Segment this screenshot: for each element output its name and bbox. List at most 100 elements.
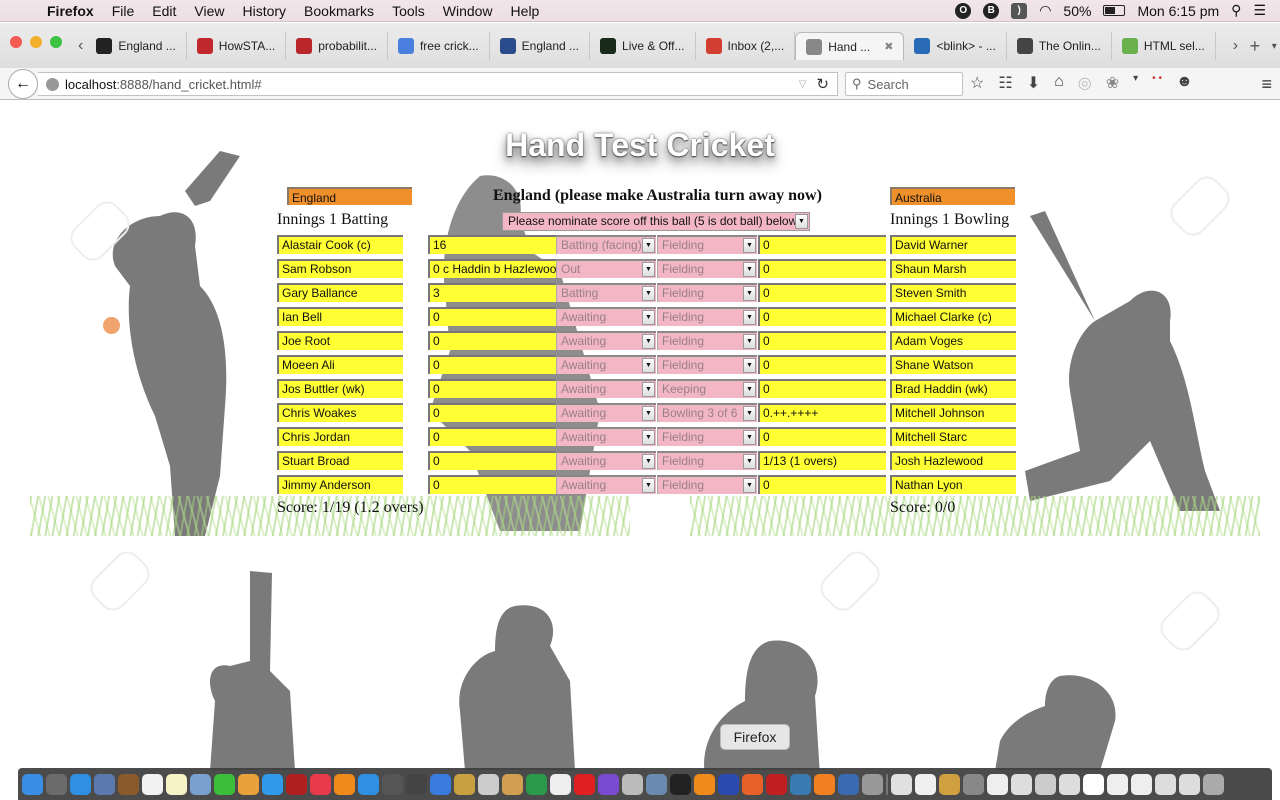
- fielder-name-field[interactable]: Adam Voges: [890, 331, 1016, 350]
- dock-app-icon[interactable]: [118, 773, 139, 795]
- chevron-down-icon[interactable]: ▼: [642, 430, 655, 445]
- fielder-name-field[interactable]: Nathan Lyon: [890, 475, 1016, 494]
- close-tab-icon[interactable]: ✖: [884, 40, 893, 53]
- batter-name-field[interactable]: Jos Buttler (wk): [277, 379, 403, 398]
- chevron-down-icon[interactable]: ▼: [642, 262, 655, 277]
- batting-status-select[interactable]: Awaiting ▼: [556, 427, 656, 446]
- batter-name-field[interactable]: Chris Jordan: [277, 427, 403, 446]
- dock-app-icon[interactable]: [526, 773, 547, 795]
- fielding-status-select[interactable]: Fielding ▼: [657, 307, 757, 326]
- addon-icon[interactable]: ❀: [1106, 73, 1119, 93]
- batting-status-select[interactable]: Batting (facing) ▼: [556, 235, 656, 254]
- chevron-down-icon[interactable]: ▼: [743, 478, 756, 493]
- fielder-name-field[interactable]: Michael Clarke (c): [890, 307, 1016, 326]
- battery-icon[interactable]: [1103, 5, 1126, 16]
- dock-app-icon[interactable]: [46, 773, 67, 795]
- chevron-down-icon[interactable]: ▼: [743, 310, 756, 325]
- menu-edit[interactable]: Edit: [143, 3, 185, 19]
- fielder-name-field[interactable]: Mitchell Starc: [890, 427, 1016, 446]
- chat-icon[interactable]: ☻: [1176, 73, 1193, 93]
- fielder-name-field[interactable]: Steven Smith: [890, 283, 1016, 302]
- chevron-down-icon[interactable]: ▼: [743, 454, 756, 469]
- b-status-icon[interactable]: B: [983, 2, 1000, 19]
- batter-runs-field[interactable]: 0: [428, 331, 556, 350]
- fielding-status-select[interactable]: Fielding ▼: [657, 259, 757, 278]
- chevron-down-icon[interactable]: ▼: [642, 478, 655, 493]
- fielder-name-field[interactable]: Josh Hazlewood: [890, 451, 1016, 470]
- dock-app-icon[interactable]: [238, 773, 259, 795]
- batting-status-select[interactable]: Out ▼: [556, 259, 656, 278]
- chevron-down-icon[interactable]: ▼: [743, 358, 756, 373]
- dock-app-icon[interactable]: [1083, 773, 1104, 795]
- batter-runs-field[interactable]: 0: [428, 379, 556, 398]
- batter-name-field[interactable]: Joe Root: [277, 331, 403, 350]
- audio-status-icon[interactable]: ): [1011, 2, 1028, 19]
- list-all-tabs-icon[interactable]: ▾: [1269, 41, 1280, 52]
- bowling-figures-field[interactable]: 0: [758, 379, 886, 398]
- site-identity-icon[interactable]: [46, 77, 59, 91]
- dock-app-icon[interactable]: [790, 773, 811, 795]
- bowling-figures-field[interactable]: 1/13 (1 overs): [758, 451, 886, 470]
- zoom-window-button[interactable]: [50, 36, 62, 48]
- dock-app-icon[interactable]: [502, 773, 523, 795]
- dock-app-icon[interactable]: [94, 773, 115, 795]
- fielder-name-field[interactable]: Mitchell Johnson: [890, 403, 1016, 422]
- menu-file[interactable]: File: [103, 3, 144, 19]
- dock-app-icon[interactable]: [1011, 773, 1032, 795]
- bowling-figures-field[interactable]: 0: [758, 307, 886, 326]
- home-icon[interactable]: ⌂: [1054, 73, 1064, 93]
- bowling-figures-field[interactable]: 0: [758, 235, 886, 254]
- dock-app-icon[interactable]: [1059, 773, 1080, 795]
- dock-app-icon[interactable]: [886, 773, 888, 795]
- batter-name-field[interactable]: Chris Woakes: [277, 403, 403, 422]
- batting-status-select[interactable]: Awaiting ▼: [556, 307, 656, 326]
- back-button[interactable]: ←: [8, 69, 38, 99]
- batter-name-field[interactable]: Moeen Ali: [277, 355, 403, 374]
- dock-app-icon[interactable]: [214, 773, 235, 795]
- dock-app-icon[interactable]: [838, 773, 859, 795]
- chevron-down-icon[interactable]: ▼: [642, 454, 655, 469]
- dock-app-icon[interactable]: [166, 773, 187, 795]
- fielding-status-select[interactable]: Fielding ▼: [657, 355, 757, 374]
- chevron-down-icon[interactable]: ▼: [743, 286, 756, 301]
- browser-tab[interactable]: England ...: [86, 32, 187, 60]
- dock-app-icon[interactable]: [310, 773, 331, 795]
- dock-app-icon[interactable]: [550, 773, 571, 795]
- browser-tab[interactable]: HowSTA...: [187, 32, 287, 60]
- dock-app-icon[interactable]: [963, 773, 984, 795]
- dock-app-icon[interactable]: [22, 773, 43, 795]
- dock-app-icon[interactable]: [262, 773, 283, 795]
- dock-app-icon[interactable]: [1035, 773, 1056, 795]
- browser-tab[interactable]: England ...: [490, 32, 591, 60]
- wifi-icon[interactable]: ◠: [1039, 2, 1051, 19]
- chevron-down-icon[interactable]: ▼: [743, 430, 756, 445]
- batting-status-select[interactable]: Awaiting ▼: [556, 451, 656, 470]
- fielder-name-field[interactable]: David Warner: [890, 235, 1016, 254]
- dock-app-icon[interactable]: [382, 773, 403, 795]
- dock-app-icon[interactable]: [406, 773, 427, 795]
- browser-tab[interactable]: Live & Off...: [590, 32, 696, 60]
- menu-app-name[interactable]: Firefox: [38, 3, 103, 19]
- dock-app-icon[interactable]: [742, 773, 763, 795]
- minimize-window-button[interactable]: [30, 36, 42, 48]
- downloads-icon[interactable]: ⬇: [1027, 73, 1040, 93]
- hamburger-menu-icon[interactable]: ≡: [1261, 74, 1272, 95]
- dock-app-icon[interactable]: [718, 773, 739, 795]
- dock-app-icon[interactable]: [478, 773, 499, 795]
- dock-app-icon[interactable]: [334, 773, 355, 795]
- search-input[interactable]: ⚲ Search: [845, 72, 963, 96]
- batter-runs-field[interactable]: 0: [428, 427, 556, 446]
- fielding-status-select[interactable]: Fielding ▼: [657, 235, 757, 254]
- url-bar[interactable]: localhost :8888/hand_cricket.html# ▽ ↻: [38, 72, 838, 96]
- fielder-name-field[interactable]: Shaun Marsh: [890, 259, 1016, 278]
- bowling-figures-field[interactable]: 0: [758, 259, 886, 278]
- bowling-figures-field[interactable]: 0.++.++++: [758, 403, 886, 422]
- batting-status-select[interactable]: Awaiting ▼: [556, 331, 656, 350]
- bowling-figures-field[interactable]: 0: [758, 475, 886, 494]
- batter-name-field[interactable]: Gary Ballance: [277, 283, 403, 302]
- dock-app-icon[interactable]: [862, 773, 883, 795]
- close-window-button[interactable]: [10, 36, 22, 48]
- batter-name-field[interactable]: Jimmy Anderson: [277, 475, 403, 494]
- dock-app-icon[interactable]: [1131, 773, 1152, 795]
- dock-app-icon[interactable]: [622, 773, 643, 795]
